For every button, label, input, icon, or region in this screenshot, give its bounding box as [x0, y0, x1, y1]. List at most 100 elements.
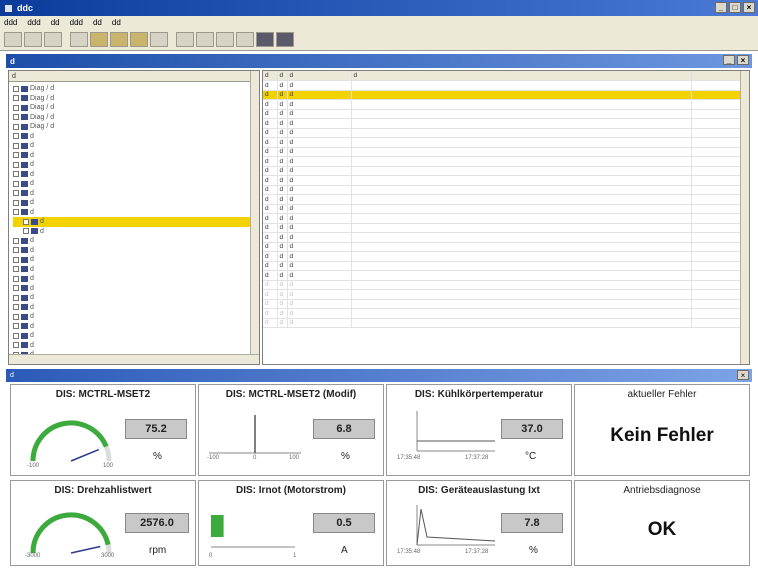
expand-icon[interactable] [13, 152, 19, 159]
table-row[interactable]: dddd [263, 147, 749, 157]
table-row[interactable]: dddd [263, 308, 749, 319]
expand-icon[interactable] [13, 180, 19, 187]
tree-item[interactable]: d [13, 284, 259, 294]
menu-item-6[interactable]: dd [112, 18, 121, 27]
menu-item-4[interactable]: ddd [70, 18, 83, 27]
tree-item[interactable]: Diag / d [13, 113, 259, 123]
toolbar-button[interactable] [176, 32, 194, 47]
table-row[interactable]: dddd [263, 118, 749, 129]
table-row[interactable]: dddd [263, 280, 749, 290]
toolbar-button[interactable] [236, 32, 254, 47]
expand-icon[interactable] [13, 199, 19, 206]
drive-diagnosis-panel[interactable]: Antriebsdiagnose OK [574, 480, 750, 566]
tree-item[interactable]: d [13, 303, 259, 313]
gauge-mctrl-mset2-modif[interactable]: DIS: MCTRL-MSET2 (Modif) -100 0 100 6.8 … [198, 384, 384, 476]
tree-item[interactable]: d [13, 236, 259, 246]
expand-icon[interactable] [13, 123, 19, 130]
table-row[interactable]: dddd [263, 194, 749, 205]
expand-icon[interactable] [13, 171, 19, 178]
vertical-scrollbar[interactable] [740, 71, 749, 364]
tree-item[interactable]: Diag / d [13, 84, 259, 94]
table-row[interactable]: dddd [263, 232, 749, 243]
tree-item[interactable]: d [13, 312, 259, 322]
tree-item[interactable]: d [13, 160, 259, 170]
table-row[interactable]: dddd [263, 185, 749, 195]
horizontal-scrollbar[interactable] [9, 354, 259, 364]
column-header[interactable]: d [263, 71, 278, 81]
tree-item[interactable]: d [13, 246, 259, 256]
table-row[interactable]: dddd [263, 175, 749, 186]
expand-icon[interactable] [13, 95, 19, 102]
tree-item[interactable]: d [13, 217, 259, 227]
tree-item[interactable]: d [13, 227, 259, 237]
gauge-drehzahlistwert[interactable]: DIS: Drehzahlistwert -3000 3000 2576.0 r… [10, 480, 196, 566]
expand-icon[interactable] [13, 266, 19, 273]
tree-item[interactable]: d [13, 331, 259, 341]
minimize-icon[interactable]: _ [715, 2, 727, 13]
toolbar-button[interactable] [256, 32, 274, 47]
menu-item-5[interactable]: dd [93, 18, 102, 27]
column-header[interactable]: d [277, 71, 288, 81]
tree-item[interactable]: d [13, 274, 259, 284]
table-row[interactable]: dddd [263, 166, 749, 176]
gauge-mctrl-mset2[interactable]: DIS: MCTRL-MSET2 -100 100 75.2 % [10, 384, 196, 476]
column-header[interactable]: d [351, 71, 692, 81]
table-row[interactable]: dddd [263, 289, 749, 300]
tree-item[interactable]: d [13, 341, 259, 351]
expand-icon[interactable] [23, 228, 29, 235]
toolbar-button[interactable] [110, 32, 128, 47]
toolbar-button[interactable] [70, 32, 88, 47]
table-row[interactable]: dddd [263, 299, 749, 309]
tree-item[interactable]: d [13, 208, 259, 218]
expand-icon[interactable] [13, 142, 19, 149]
expand-icon[interactable] [13, 285, 19, 292]
menu-item-2[interactable]: ddd [27, 18, 40, 27]
toolbar-button[interactable] [216, 32, 234, 47]
expand-icon[interactable] [13, 332, 19, 339]
table-row[interactable]: dddd [263, 137, 749, 148]
table-row[interactable]: dddd [263, 99, 749, 110]
tree-item[interactable]: Diag / d [13, 94, 259, 104]
maximize-icon[interactable]: □ [729, 2, 741, 13]
expand-icon[interactable] [13, 294, 19, 301]
expand-icon[interactable] [13, 342, 19, 349]
parameter-tree[interactable]: d Diag / d Diag / d Diag / d Diag / d Diag /… [8, 70, 260, 365]
toolbar-button[interactable] [276, 32, 294, 47]
tree-item[interactable]: d [13, 141, 259, 151]
table-row[interactable]: dddd [263, 109, 749, 119]
toolbar-button[interactable] [130, 32, 148, 47]
expand-icon[interactable] [13, 85, 19, 92]
tree-item[interactable]: d [13, 322, 259, 332]
expand-icon[interactable] [13, 304, 19, 311]
expand-icon[interactable] [13, 247, 19, 254]
expand-icon[interactable] [23, 218, 29, 225]
tree-item[interactable]: d [13, 265, 259, 275]
expand-icon[interactable] [13, 114, 19, 121]
table-row[interactable]: dddd [263, 261, 749, 271]
tree-item[interactable]: d [13, 132, 259, 142]
toolbar-button[interactable] [196, 32, 214, 47]
table-row[interactable]: dddd [263, 318, 749, 328]
tree-item[interactable]: d [13, 198, 259, 208]
table-row[interactable]: dddd [263, 223, 749, 233]
table-row[interactable]: dddd [263, 156, 749, 167]
tree-item[interactable]: d [13, 179, 259, 189]
menu-item-1[interactable]: ddd [4, 18, 17, 27]
toolbar-button[interactable] [90, 32, 108, 47]
tree-item[interactable]: d [13, 293, 259, 303]
table-row[interactable]: dddd [263, 270, 749, 281]
expand-icon[interactable] [13, 209, 19, 216]
expand-icon[interactable] [13, 323, 19, 330]
expand-icon[interactable] [13, 190, 19, 197]
expand-icon[interactable] [13, 256, 19, 263]
menu-item-3[interactable]: dd [51, 18, 60, 27]
toolbar-button[interactable] [24, 32, 42, 47]
expand-icon[interactable] [13, 275, 19, 282]
table-row[interactable]: dddd [263, 80, 749, 91]
toolbar-button[interactable] [150, 32, 168, 47]
table-row[interactable]: dddd [263, 128, 749, 138]
expand-icon[interactable] [13, 104, 19, 111]
minimize-icon[interactable]: _ [723, 55, 735, 65]
table-row[interactable]: dddd [263, 251, 749, 262]
column-header[interactable]: d [287, 71, 352, 81]
